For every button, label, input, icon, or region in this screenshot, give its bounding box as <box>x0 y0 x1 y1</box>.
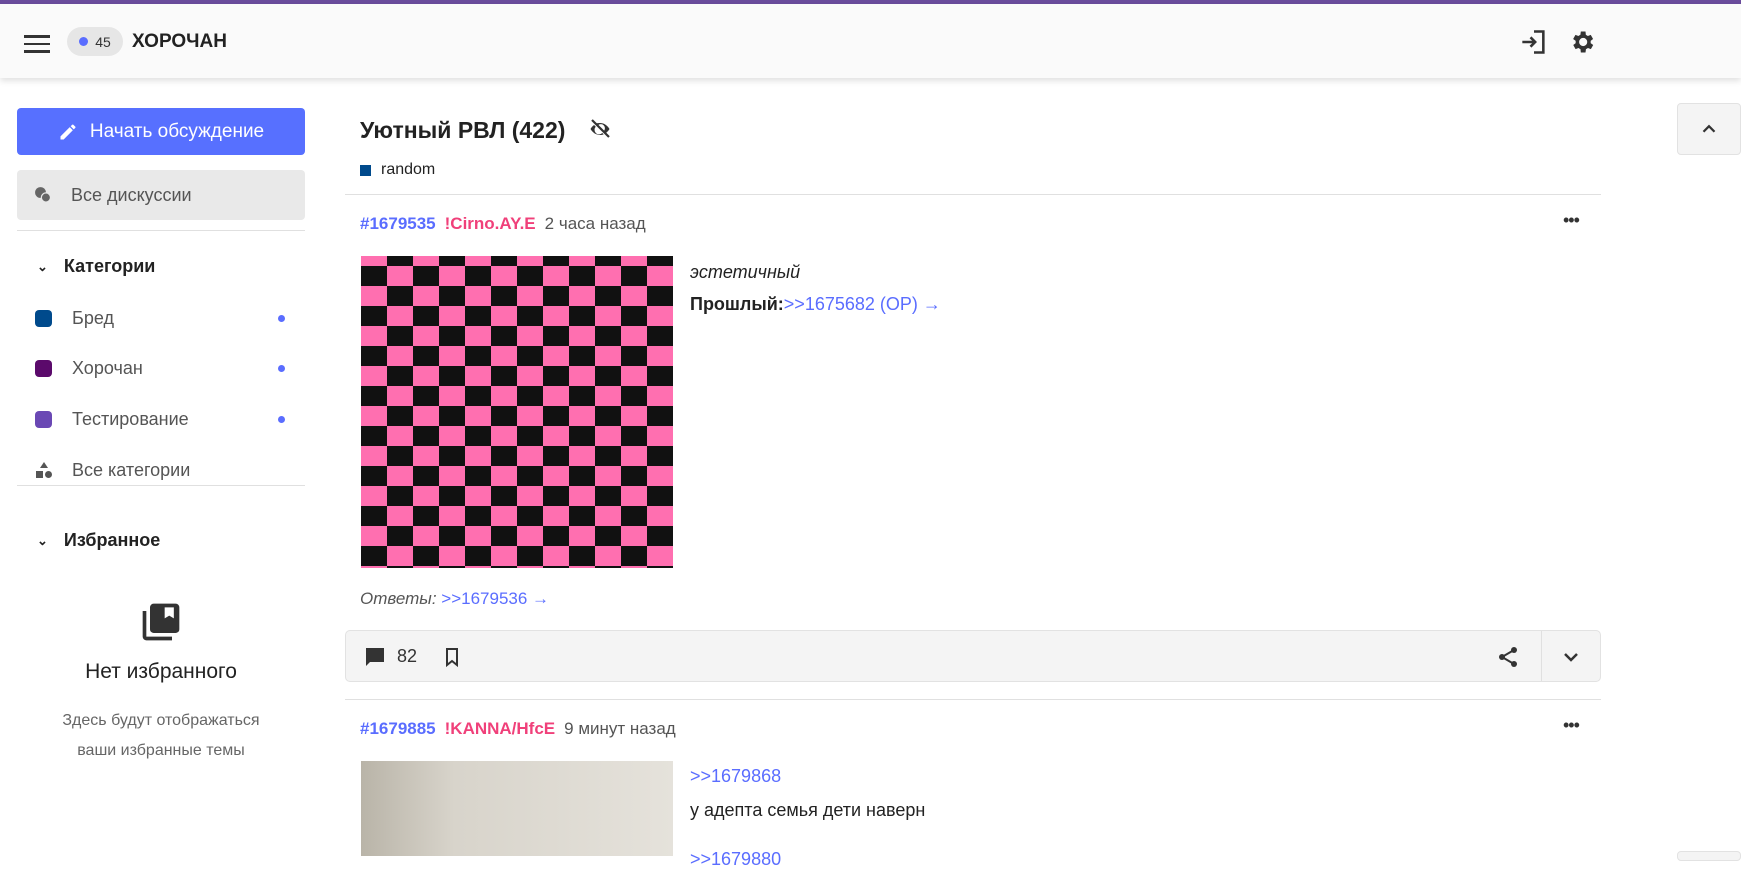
post-image[interactable] <box>361 761 673 856</box>
more-options-icon[interactable]: ••• <box>1563 715 1580 736</box>
post-replies: Ответы: >>1679536 → <box>360 589 549 609</box>
scroll-top-button[interactable] <box>1677 103 1741 155</box>
sidebar-divider <box>17 230 305 231</box>
sidebar-divider <box>17 485 305 486</box>
app-header: 45 ХОРОЧАН <box>0 4 1741 78</box>
online-count: 45 <box>95 33 111 50</box>
chevron-down-icon: ⌄ <box>37 258 48 274</box>
post-header: #1679885 !KANNA/HfcE 9 минут назад <box>360 719 676 739</box>
unread-dot-icon <box>278 364 285 372</box>
divider <box>345 699 1601 700</box>
empty-favorites-desc: ваши избранные темы <box>77 742 245 759</box>
start-discussion-label: Начать обсуждение <box>89 120 265 142</box>
chat-bubbles-icon <box>35 187 52 203</box>
favorites-heading: Избранное <box>63 530 161 550</box>
online-badge[interactable]: 45 <box>67 27 123 56</box>
chevron-down-icon: ⌄ <box>37 532 48 548</box>
eye-off-icon[interactable] <box>588 117 612 141</box>
chevron-down-icon[interactable] <box>1559 645 1583 669</box>
category-label: Хорочан <box>72 357 143 378</box>
post-text: эстетичный <box>690 262 801 282</box>
bookmarks-icon <box>142 603 180 641</box>
comment-count: 82 <box>397 646 418 666</box>
post-image[interactable] <box>361 256 673 568</box>
category-label: Тестирование <box>72 408 189 429</box>
bookmark-icon[interactable] <box>440 645 464 669</box>
category-color-swatch <box>35 410 52 428</box>
scroll-bottom-button[interactable] <box>1677 851 1741 861</box>
sidebar-all-categories[interactable]: Все категории <box>35 455 285 485</box>
bar-separator <box>1541 631 1542 681</box>
comment-icon[interactable] <box>363 645 387 669</box>
post-time: 9 минут назад <box>564 719 676 738</box>
login-icon[interactable] <box>1520 28 1548 56</box>
shapes-icon <box>36 462 52 478</box>
prev-thread-link[interactable]: >>1675682 (OP) → <box>784 294 941 314</box>
empty-favorites-desc: Здесь будут отображаться <box>62 712 260 729</box>
post-prev-line: Прошлый:>>1675682 (OP) → <box>690 288 941 320</box>
unread-dot-icon <box>278 314 285 322</box>
favorites-toggle[interactable]: ⌄ Избранное <box>37 530 160 551</box>
post-text: у адепта семья дети наверн <box>690 800 926 820</box>
unread-dot-icon <box>278 415 285 423</box>
post-id-link[interactable]: #1679535 <box>360 214 436 234</box>
chevron-up-icon <box>1702 124 1716 133</box>
all-discussions-label: Все дискуссии <box>71 184 192 205</box>
sidebar-category-horochan[interactable]: Хорочан <box>35 353 285 383</box>
pencil-icon <box>60 124 76 139</box>
tag-label: random <box>381 161 436 178</box>
site-title[interactable]: ХОРОЧАН <box>132 31 227 53</box>
empty-favorites-title: Нет избранного <box>85 660 237 683</box>
post-action-bar: 82 <box>345 630 1601 682</box>
category-color-swatch <box>35 309 52 327</box>
share-icon[interactable] <box>1496 645 1520 669</box>
post-author[interactable]: !KANNA/HfcE <box>445 719 556 739</box>
online-dot-icon <box>79 37 89 46</box>
post-time: 2 часа назад <box>544 214 646 233</box>
reply-link[interactable]: >>1679536 → <box>441 589 549 608</box>
category-label: Бред <box>72 307 114 328</box>
quote-link[interactable]: >>1679868 <box>690 760 781 792</box>
tag-color-swatch <box>360 164 371 176</box>
post-author[interactable]: !Cirno.AY.E <box>445 214 536 234</box>
settings-gear-icon[interactable] <box>1568 28 1596 56</box>
quote-link[interactable]: >>1679880 <box>690 843 781 875</box>
sidebar-category-testing[interactable]: Тестирование <box>35 404 285 434</box>
thread-title: Уютный РВЛ (422) <box>360 117 612 144</box>
menu-icon[interactable] <box>24 35 50 53</box>
more-options-icon[interactable]: ••• <box>1563 210 1580 231</box>
divider <box>345 194 1601 195</box>
post-id-link[interactable]: #1679885 <box>360 719 436 739</box>
start-discussion-button[interactable]: Начать обсуждение <box>17 108 305 155</box>
all-discussions-link[interactable]: Все дискуссии <box>17 170 305 220</box>
post-header: #1679535 !Cirno.AY.E 2 часа назад <box>360 214 646 234</box>
category-color-swatch <box>35 359 52 377</box>
prev-label: Прошлый: <box>690 294 784 314</box>
categories-toggle[interactable]: ⌄ Категории <box>37 256 155 277</box>
replies-label: Ответы: <box>360 589 437 608</box>
category-label: Все категории <box>72 459 191 480</box>
sidebar-category-bred[interactable]: Бред <box>35 303 285 333</box>
categories-heading: Категории <box>63 256 156 276</box>
thread-tag[interactable]: random <box>360 161 435 179</box>
